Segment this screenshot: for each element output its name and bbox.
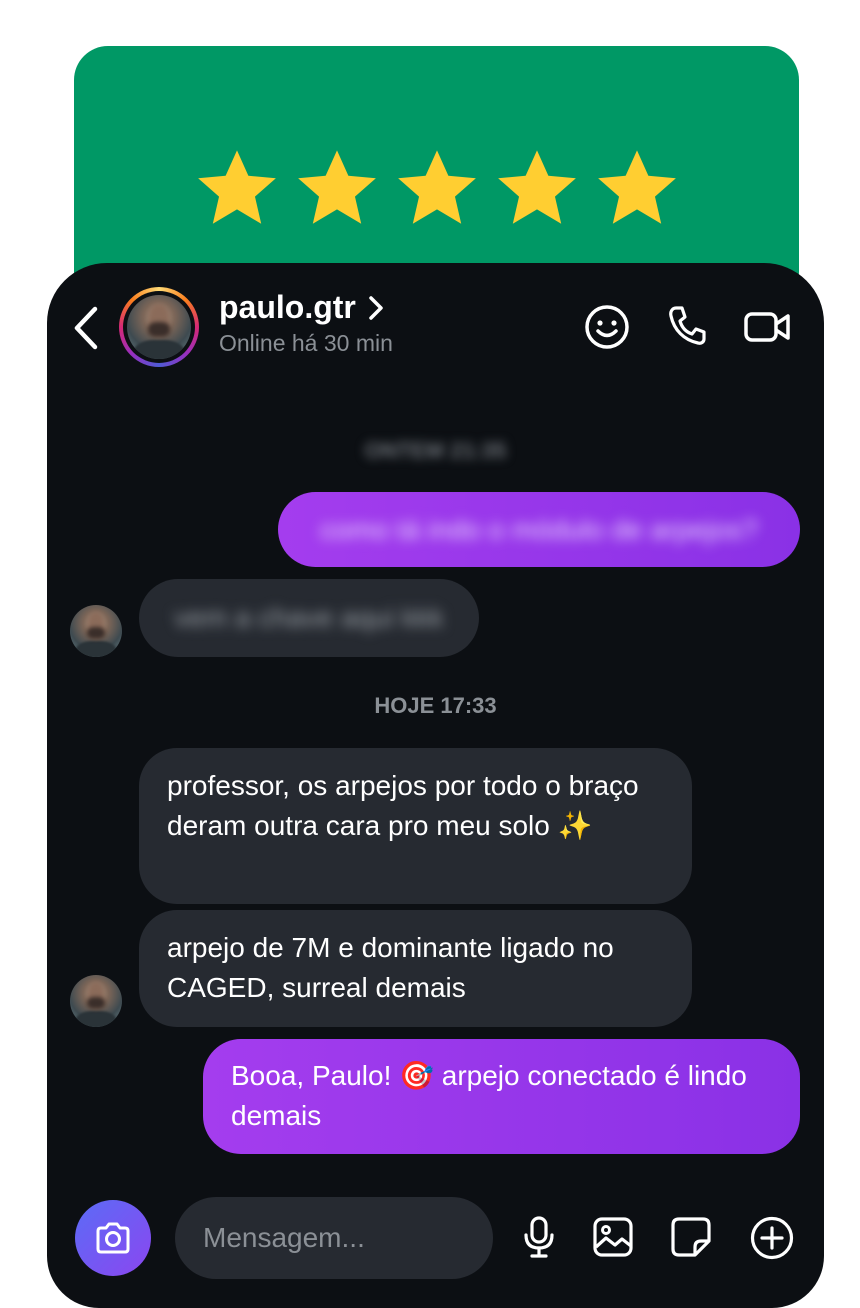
microphone-icon[interactable] <box>519 1215 559 1259</box>
avatar[interactable] <box>70 975 122 1027</box>
earlier-timestamp: ONTEM 21:35 <box>364 438 507 463</box>
chevron-right-icon <box>369 295 383 320</box>
phone-icon[interactable] <box>667 303 707 347</box>
sticker-icon[interactable] <box>669 1215 713 1259</box>
outgoing-message[interactable]: Booa, Paulo! 🎯 arpejo conectado é lindo … <box>203 1039 800 1154</box>
online-status: Online há 30 min <box>219 330 393 356</box>
story-ring[interactable] <box>119 287 199 367</box>
star-icon <box>197 150 276 224</box>
incoming-message-blurred[interactable]: vem a chave aqui kkk <box>139 579 479 657</box>
incoming-message[interactable]: arpejo de 7M e dominante ligado no CAGED… <box>139 910 692 1027</box>
camera-icon <box>96 1222 130 1254</box>
smiley-icon[interactable] <box>583 303 631 351</box>
message-text: vem a chave aqui kkk <box>174 602 444 633</box>
star-icon <box>297 150 376 224</box>
camera-button[interactable] <box>75 1200 151 1276</box>
star-icon <box>597 150 676 224</box>
back-arrow-icon[interactable] <box>69 303 103 353</box>
chat-screen: paulo.gtr Online há 30 min ONTEM 21:35 c… <box>47 263 824 1308</box>
message-input[interactable] <box>175 1197 493 1279</box>
message-text: como tá indo o módulo de arpejos? <box>320 513 758 545</box>
username-text: paulo.gtr <box>219 289 356 325</box>
contact-name[interactable]: paulo.gtr <box>219 289 386 326</box>
star-icon <box>397 150 476 224</box>
plus-icon[interactable] <box>749 1215 795 1261</box>
today-timestamp: HOJE 17:33 <box>374 693 497 718</box>
avatar[interactable] <box>127 295 191 359</box>
star-rating <box>74 146 799 234</box>
avatar[interactable] <box>70 605 122 657</box>
star-icon <box>497 150 576 224</box>
gallery-icon[interactable] <box>591 1215 635 1259</box>
video-camera-icon[interactable] <box>743 303 791 351</box>
message-text: professor, os arpejos por todo o braço d… <box>167 770 639 841</box>
outgoing-message-blurred[interactable]: como tá indo o módulo de arpejos? <box>278 492 800 567</box>
incoming-message[interactable]: professor, os arpejos por todo o braço d… <box>139 748 692 904</box>
message-text: Booa, Paulo! 🎯 arpejo conectado é lindo … <box>231 1060 747 1131</box>
message-text: arpejo de 7M e dominante ligado no CAGED… <box>167 932 614 1003</box>
